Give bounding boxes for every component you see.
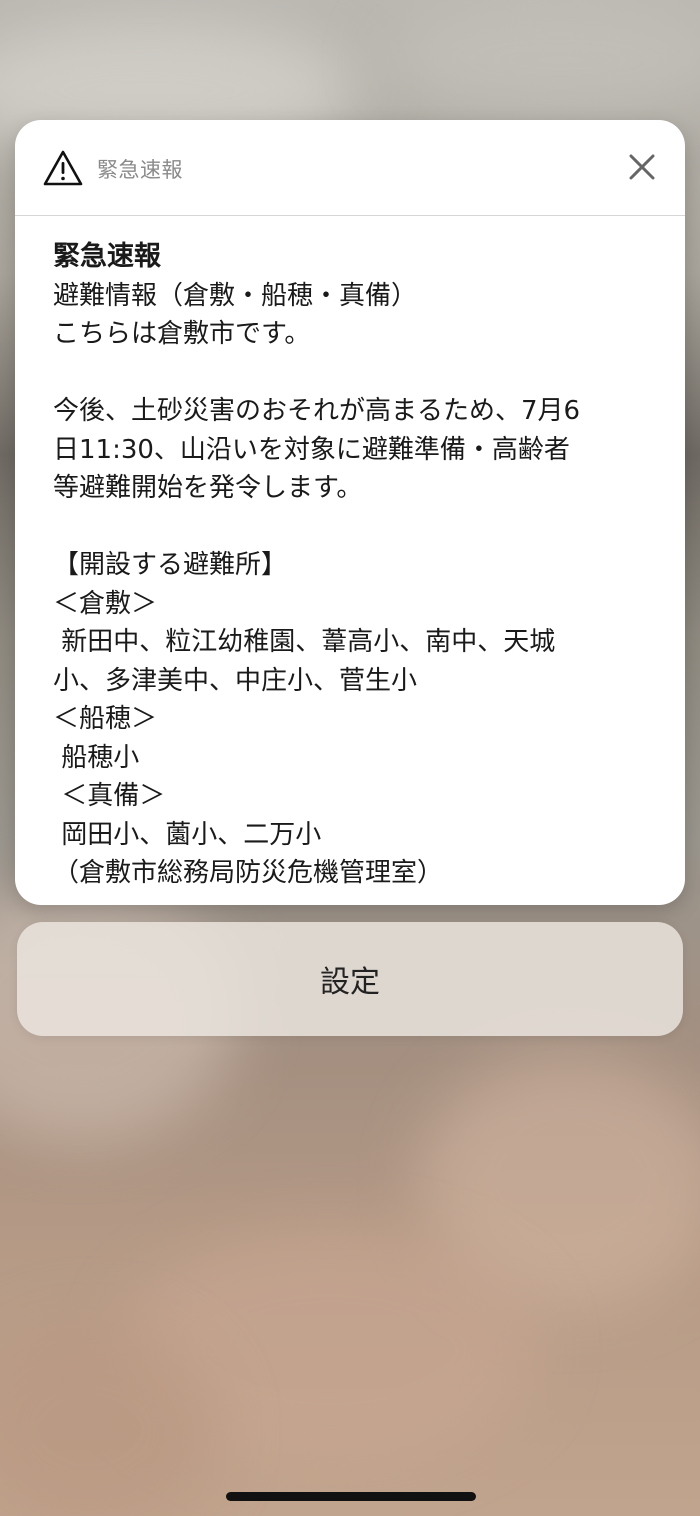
- alert-header-title: 緊急速報: [97, 158, 183, 182]
- alert-body-line: 岡田小、薗小、二万小: [53, 819, 322, 850]
- alert-body-line: 日11:30、山沿いを対象に避難準備・高齢者: [53, 434, 570, 465]
- alert-body-line: 等避難開始を発令します。: [53, 473, 363, 503]
- background-blur: [380, 0, 700, 120]
- alert-body-title: 緊急速報: [53, 241, 161, 272]
- alert-body-line: [53, 508, 655, 547]
- alert-body-line: ＜船穂＞: [53, 704, 158, 734]
- alert-body-line: （倉敷市総務局防災危機管理室）: [53, 858, 444, 888]
- alert-body-line: ＜真備＞: [53, 781, 166, 811]
- close-icon[interactable]: [625, 150, 659, 184]
- alert-body-line: 今後、土砂災害のおそれが高まるため、7月6: [53, 396, 581, 426]
- alert-body-line: 新田中、粒江幼稚園、葦高小、南中、天城: [53, 627, 556, 657]
- alert-body-line: 小、多津美中、中庄小、菅生小: [53, 665, 418, 696]
- alert-header: 緊急速報: [15, 120, 685, 216]
- lock-screen: 緊急速報 緊急速報 避難情報（倉敷・船穂・真備） こちらは倉敷市です。 今後、土…: [0, 0, 700, 1516]
- settings-button[interactable]: 設定: [17, 922, 683, 1036]
- home-indicator[interactable]: [226, 1492, 476, 1501]
- warning-triangle-icon: [43, 150, 83, 186]
- emergency-alert-card: 緊急速報 緊急速報 避難情報（倉敷・船穂・真備） こちらは倉敷市です。 今後、土…: [15, 120, 685, 905]
- alert-body-line: こちらは倉敷市です。: [53, 319, 311, 349]
- alert-body-line: 【開設する避難所】: [53, 550, 288, 580]
- alert-body-line: 避難情報（倉敷・船穂・真備）: [53, 280, 418, 311]
- alert-body-line: 船穂小: [53, 742, 140, 773]
- alert-message-body: 緊急速報 避難情報（倉敷・船穂・真備） こちらは倉敷市です。 今後、土砂災害のお…: [15, 216, 685, 893]
- alert-body-line: [53, 354, 655, 393]
- alert-body-line: ＜倉敷＞: [53, 588, 158, 619]
